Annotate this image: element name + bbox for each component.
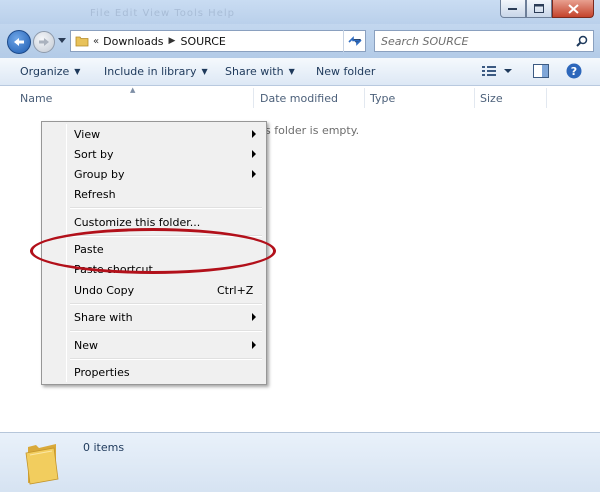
column-divider[interactable] [364, 88, 365, 108]
chevron-down-icon: ▼ [74, 67, 81, 76]
submenu-arrow-icon [252, 170, 256, 178]
column-divider[interactable] [474, 88, 475, 108]
column-header-date-modified[interactable]: Date modified [260, 92, 338, 105]
view-options-button[interactable] [482, 65, 512, 80]
menu-item-label: Refresh [74, 187, 116, 201]
column-header-type[interactable]: Type [370, 92, 395, 105]
breadcrumb-downloads[interactable]: Downloads [103, 35, 163, 48]
menu-item-properties[interactable]: Properties [44, 362, 264, 382]
organize-button[interactable]: Organize ▼ [20, 65, 80, 78]
breadcrumb-source[interactable]: SOURCE [180, 35, 225, 48]
column-divider[interactable] [253, 88, 254, 108]
folder-icon [25, 444, 59, 485]
menu-item-label: Sort by [74, 147, 114, 161]
column-header-name[interactable]: Name [20, 92, 52, 105]
menu-separator [70, 303, 262, 305]
refresh-icon [347, 36, 362, 46]
folder-icon [75, 36, 89, 47]
include-in-library-button[interactable]: Include in library ▼ [104, 65, 208, 78]
menu-separator [70, 330, 262, 332]
window-controls [500, 0, 594, 18]
column-headers: ▲ Name Date modified Type Size [0, 86, 600, 110]
menu-item-label: Customize this folder... [74, 215, 201, 229]
breadcrumb-separator-icon[interactable]: ▶ [169, 36, 176, 46]
organize-label: Organize [20, 65, 70, 78]
menu-item-label: View [74, 127, 101, 141]
close-button[interactable] [552, 0, 594, 18]
menu-separator [70, 358, 262, 360]
menu-item-sort-by[interactable]: Sort by [44, 144, 264, 164]
menu-item-paste-shortcut[interactable]: Paste shortcut [44, 259, 264, 279]
search-input[interactable]: Search SOURCE [381, 35, 576, 48]
details-view-icon [482, 66, 512, 76]
new-folder-button[interactable]: New folder [316, 65, 375, 78]
menu-item-label: Undo Copy [74, 283, 135, 297]
include-in-library-label: Include in library [104, 65, 197, 78]
menu-item-label: Paste [74, 242, 104, 256]
chevron-down-icon: ▼ [201, 67, 208, 76]
breadcrumb-overflow-chevron[interactable]: « [93, 36, 99, 47]
minimize-icon [508, 7, 517, 10]
menu-item-shortcut: Ctrl+Z [217, 283, 254, 297]
menu-item-view[interactable]: View [44, 124, 264, 144]
menu-item-group-by[interactable]: Group by [44, 164, 264, 184]
maximize-button[interactable] [526, 0, 552, 18]
share-with-label: Share with [225, 65, 284, 78]
menu-item-customize-folder[interactable]: Customize this folder... [44, 212, 264, 232]
preview-pane-icon [533, 64, 549, 78]
menu-item-new[interactable]: New [44, 335, 264, 355]
command-toolbar: Organize ▼ Include in library ▼ Share wi… [0, 58, 600, 86]
help-button[interactable]: ? [566, 63, 582, 82]
share-with-button[interactable]: Share with ▼ [225, 65, 295, 78]
menu-separator [70, 207, 262, 209]
svg-text:?: ? [571, 65, 577, 78]
close-icon [567, 3, 579, 14]
menu-item-share-with[interactable]: Share with [44, 307, 264, 327]
arrow-left-icon [14, 38, 24, 46]
search-box[interactable]: Search SOURCE [374, 30, 594, 52]
minimize-button[interactable] [500, 0, 526, 18]
maximize-icon [534, 4, 544, 13]
menu-item-label: Group by [74, 167, 125, 181]
submenu-arrow-icon [252, 130, 256, 138]
menu-separator [70, 235, 262, 237]
column-divider[interactable] [546, 88, 547, 108]
menu-item-paste[interactable]: Paste [44, 239, 264, 259]
submenu-arrow-icon [252, 313, 256, 321]
search-icon[interactable] [576, 35, 588, 47]
submenu-arrow-icon [252, 150, 256, 158]
back-button[interactable] [7, 30, 31, 54]
menu-item-label: Paste shortcut [74, 262, 153, 276]
menu-item-label: New [74, 338, 98, 352]
sort-ascending-icon: ▲ [130, 86, 136, 94]
help-icon: ? [566, 63, 582, 79]
menu-item-undo-copy[interactable]: Undo Copy Ctrl+Z [44, 280, 264, 300]
address-bar[interactable]: « Downloads ▶ SOURCE [70, 30, 366, 52]
menu-item-label: Share with [74, 310, 133, 324]
menu-item-label: Properties [74, 365, 130, 379]
chevron-down-icon: ▼ [288, 67, 295, 76]
preview-pane-button[interactable] [533, 64, 549, 81]
menu-item-refresh[interactable]: Refresh [44, 184, 264, 204]
context-menu: View Sort by Group by Refresh Customize … [41, 121, 267, 385]
forward-button[interactable] [33, 31, 55, 53]
menu-bar-ghost: File Edit View Tools Help [90, 8, 235, 19]
arrow-right-icon [39, 38, 49, 46]
submenu-arrow-icon [252, 341, 256, 349]
item-count: 0 items [83, 441, 125, 454]
empty-folder-message: s folder is empty. [265, 124, 360, 137]
new-folder-label: New folder [316, 65, 376, 78]
column-header-size[interactable]: Size [480, 92, 503, 105]
refresh-button[interactable] [343, 30, 365, 52]
details-pane: 0 items [0, 432, 600, 492]
recent-pages-dropdown-icon[interactable] [58, 38, 66, 43]
